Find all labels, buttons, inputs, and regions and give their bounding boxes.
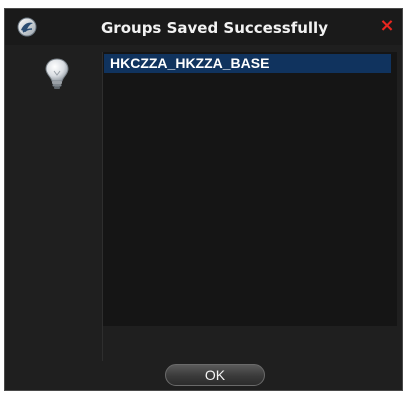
dialog-title: Groups Saved Successfully <box>101 19 328 37</box>
close-button[interactable]: × <box>378 16 396 36</box>
lightbulb-icon <box>45 58 69 89</box>
groups-list[interactable]: HKCZZA_HKZZA_BASE <box>102 52 397 326</box>
title-bar[interactable]: Groups Saved Successfully × <box>5 9 402 45</box>
groups-saved-dialog: Groups Saved Successfully × HKCZZA_HKZZA… <box>4 8 403 391</box>
ok-button[interactable]: OK <box>165 364 265 386</box>
list-item[interactable]: HKCZZA_HKZZA_BASE <box>104 54 391 73</box>
divider <box>102 326 103 361</box>
app-logo-icon <box>17 17 37 37</box>
